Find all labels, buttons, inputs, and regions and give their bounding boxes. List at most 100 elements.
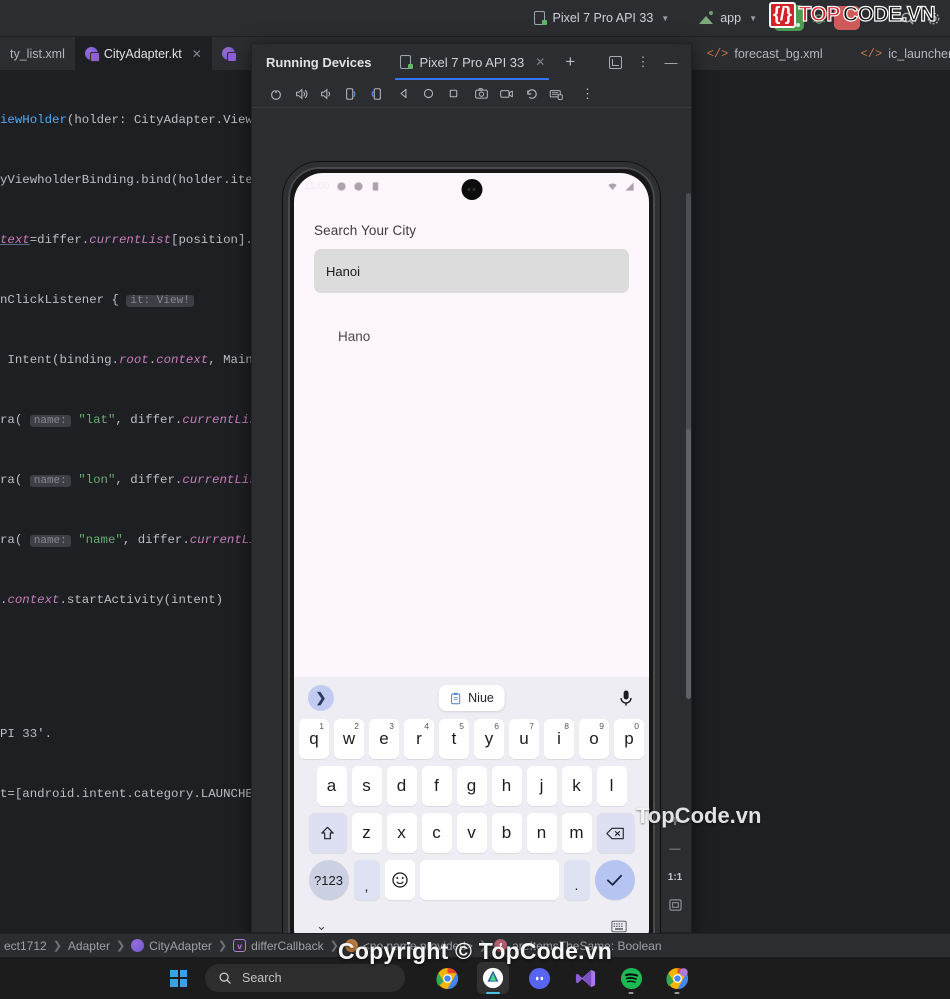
rotate-right-icon[interactable] bbox=[364, 82, 387, 105]
keyboard-switch-icon[interactable] bbox=[611, 920, 627, 933]
viewport-scrollbar-thumb[interactable] bbox=[686, 429, 691, 699]
editor-tab-1[interactable]: CityAdapter.kt ✕ bbox=[74, 37, 212, 70]
check-icon bbox=[606, 874, 623, 886]
key-i[interactable]: 8i bbox=[544, 719, 574, 759]
key-p[interactable]: 0p bbox=[614, 719, 644, 759]
taskbar-active-indicator bbox=[486, 991, 500, 994]
suggestion-text: Niue bbox=[468, 691, 494, 705]
back-icon[interactable] bbox=[392, 82, 415, 105]
device-tab[interactable]: Pixel 7 Pro API 33 ✕ bbox=[395, 44, 550, 80]
key-j[interactable]: j bbox=[526, 766, 557, 806]
camera-lens-dot bbox=[467, 188, 471, 191]
restore-icon[interactable] bbox=[520, 82, 543, 105]
editor-tab-label: ic_launcher_b bbox=[888, 46, 950, 61]
city-result-item[interactable]: Hano bbox=[314, 329, 629, 344]
log-line: t=[android.intent.category.LAUNCHE bbox=[0, 787, 253, 801]
key-k[interactable]: k bbox=[561, 766, 592, 806]
backspace-key[interactable] bbox=[596, 813, 635, 853]
device-screen[interactable]: 11:00 Search Your City Hanoi Hano ❯ Niue… bbox=[294, 173, 649, 957]
key-c[interactable]: c bbox=[421, 813, 452, 853]
taskbar-search-box[interactable]: Search bbox=[205, 964, 405, 992]
key-n[interactable]: n bbox=[526, 813, 557, 853]
key-label: u bbox=[519, 729, 529, 748]
vscode-taskbar-icon[interactable] bbox=[569, 962, 601, 994]
key-z[interactable]: z bbox=[351, 813, 382, 853]
key-q[interactable]: 1q bbox=[299, 719, 329, 759]
screenshot-icon[interactable] bbox=[470, 82, 493, 105]
key-d[interactable]: d bbox=[386, 766, 417, 806]
home-icon[interactable] bbox=[417, 82, 440, 105]
key-w[interactable]: 2w bbox=[334, 719, 364, 759]
zoom-out-icon[interactable]: — bbox=[665, 840, 685, 858]
watermark-bottom: Copyright © TopCode.vn bbox=[338, 938, 612, 964]
clipboard-suggestion-chip[interactable]: Niue bbox=[438, 685, 505, 711]
key-v[interactable]: v bbox=[456, 813, 487, 853]
key-t[interactable]: 5t bbox=[439, 719, 469, 759]
symbols-key[interactable]: ?123 bbox=[308, 860, 349, 900]
key-label: q bbox=[309, 729, 319, 748]
key-b[interactable]: b bbox=[491, 813, 522, 853]
hardware-input-icon[interactable] bbox=[545, 82, 568, 105]
shift-key[interactable] bbox=[308, 813, 347, 853]
device-selector[interactable]: Pixel 7 Pro API 33 ▼ bbox=[526, 5, 677, 31]
microphone-icon[interactable] bbox=[617, 689, 635, 707]
zoom-actual-size-label[interactable]: 1:1 bbox=[665, 868, 685, 886]
key-f[interactable]: f bbox=[421, 766, 452, 806]
status-bar-right bbox=[607, 181, 635, 192]
close-icon[interactable]: ✕ bbox=[192, 47, 202, 61]
key-a[interactable]: a bbox=[316, 766, 347, 806]
editor-tab-2[interactable]: </> forecast_bg.xml bbox=[697, 37, 833, 70]
run-config-selector[interactable]: app ▼ bbox=[692, 5, 764, 31]
chrome-canary-taskbar-icon[interactable] bbox=[661, 962, 693, 994]
space-key[interactable] bbox=[419, 860, 559, 900]
volume-up-icon[interactable] bbox=[289, 82, 312, 105]
record-screen-icon[interactable] bbox=[495, 82, 518, 105]
editor-tab-0[interactable]: ty_list.xml bbox=[0, 37, 75, 70]
city-search-input[interactable]: Hanoi bbox=[314, 249, 629, 293]
key-s[interactable]: s bbox=[351, 766, 382, 806]
discord-taskbar-icon[interactable] bbox=[523, 962, 555, 994]
add-device-button[interactable]: + bbox=[565, 52, 575, 72]
key-y[interactable]: 6y bbox=[474, 719, 504, 759]
app-content: Search Your City Hanoi Hano bbox=[294, 199, 649, 344]
key-e[interactable]: 3e bbox=[369, 719, 399, 759]
minimize-icon[interactable]: — bbox=[659, 50, 683, 74]
expand-toolbar-icon[interactable]: ❯ bbox=[308, 685, 334, 711]
watermark-logo-badge: {/} bbox=[769, 2, 796, 28]
restore-panel-icon[interactable] bbox=[603, 50, 627, 74]
rotate-left-icon[interactable] bbox=[339, 82, 362, 105]
emoji-key[interactable] bbox=[384, 860, 415, 900]
zoom-to-fit-icon[interactable] bbox=[665, 896, 685, 914]
power-icon[interactable] bbox=[264, 82, 287, 105]
key-x[interactable]: x bbox=[386, 813, 417, 853]
editor-tab-partial[interactable] bbox=[212, 37, 245, 70]
run-config-label: app bbox=[720, 11, 742, 25]
watermark-brand-part1: TOP bbox=[798, 2, 841, 26]
discord-logo bbox=[528, 967, 550, 989]
key-o[interactable]: 9o bbox=[579, 719, 609, 759]
comma-key[interactable]: , bbox=[353, 860, 380, 900]
key-u[interactable]: 7u bbox=[509, 719, 539, 759]
enter-key[interactable] bbox=[594, 860, 635, 900]
search-your-city-label: Search Your City bbox=[314, 223, 417, 238]
key-label: t bbox=[451, 729, 457, 748]
android-studio-taskbar-icon[interactable] bbox=[477, 962, 509, 994]
key-h[interactable]: h bbox=[491, 766, 522, 806]
collapse-keyboard-icon[interactable]: ⌄ bbox=[316, 918, 327, 934]
volume-down-icon[interactable] bbox=[314, 82, 337, 105]
clipboard-icon bbox=[450, 692, 460, 704]
chrome-taskbar-icon[interactable] bbox=[431, 962, 463, 994]
spotify-taskbar-icon[interactable] bbox=[615, 962, 647, 994]
key-m[interactable]: m bbox=[561, 813, 592, 853]
key-r[interactable]: 4r bbox=[404, 719, 434, 759]
key-l[interactable]: l bbox=[596, 766, 627, 806]
windows-start-icon[interactable] bbox=[170, 969, 187, 987]
options-menu-icon[interactable]: ⋮ bbox=[631, 50, 655, 74]
emulator-toolbar: ⋮ bbox=[252, 80, 691, 108]
period-key[interactable]: . bbox=[563, 860, 590, 900]
editor-tab-3[interactable]: </> ic_launcher_b bbox=[851, 37, 950, 70]
overview-icon[interactable] bbox=[442, 82, 465, 105]
more-vertical-icon[interactable]: ⋮ bbox=[576, 82, 599, 105]
key-g[interactable]: g bbox=[456, 766, 487, 806]
close-icon[interactable]: ✕ bbox=[535, 55, 545, 69]
